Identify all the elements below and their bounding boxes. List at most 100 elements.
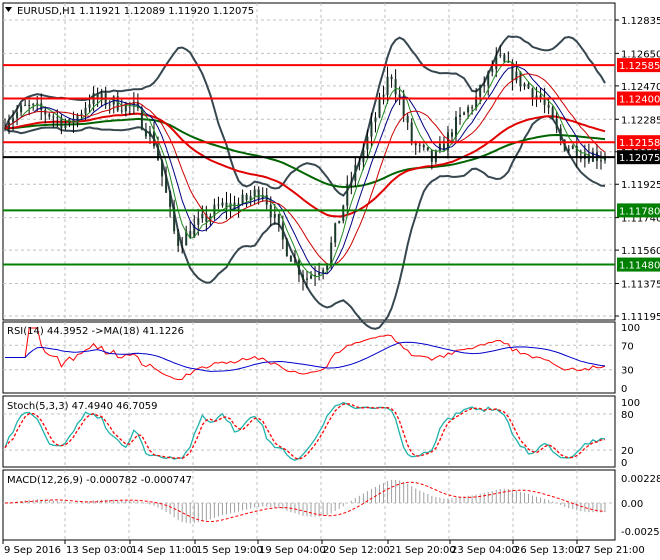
time-axis-label: 15 Sep 19:00 bbox=[196, 545, 263, 556]
candle-body bbox=[301, 274, 304, 280]
candle-body bbox=[84, 107, 87, 114]
candle-body bbox=[487, 71, 490, 86]
time-axis-label: 13 Sep 03:00 bbox=[66, 545, 133, 556]
rsi-axis-label: 100 bbox=[621, 323, 640, 334]
candle-body bbox=[152, 131, 155, 147]
price-axis-label: 1.11560 bbox=[621, 246, 660, 257]
candle-body bbox=[467, 107, 470, 113]
price-axis-label: 1.11375 bbox=[621, 280, 660, 291]
candle-body bbox=[322, 269, 325, 273]
candle-body bbox=[571, 145, 574, 149]
candle-body bbox=[161, 159, 164, 177]
time-axis-label: 21 Sep 20:00 bbox=[389, 545, 456, 556]
candle-body bbox=[221, 202, 224, 206]
candle-body bbox=[374, 117, 377, 123]
candle-body bbox=[483, 84, 486, 86]
macd-axis-label: 0.00 bbox=[621, 499, 643, 510]
price-axis-label: 1.11195 bbox=[621, 312, 660, 323]
candle-body bbox=[120, 110, 123, 112]
candle-body bbox=[418, 144, 421, 146]
candle-body bbox=[144, 129, 147, 137]
candle-body bbox=[422, 144, 425, 148]
candle-body bbox=[338, 220, 341, 224]
candle-body bbox=[406, 115, 409, 123]
candle-body bbox=[165, 176, 168, 193]
candle-body bbox=[334, 223, 337, 243]
support-label: 1.11480 bbox=[619, 261, 660, 272]
chart-canvas[interactable]: 1.128351.126501.124701.122851.121051.119… bbox=[0, 0, 660, 560]
time-axis-label: 14 Sep 11:00 bbox=[131, 545, 198, 556]
candle-body bbox=[64, 123, 67, 129]
candle-body bbox=[277, 213, 280, 224]
candle-body bbox=[414, 143, 417, 146]
time-axis-label: 23 Sep 04:00 bbox=[451, 545, 518, 556]
time-axis-label: 27 Sep 21:00 bbox=[578, 545, 645, 556]
time-axis-label: 26 Sep 13:00 bbox=[514, 545, 581, 556]
candle-body bbox=[201, 213, 204, 219]
candle-body bbox=[289, 255, 292, 262]
candle-body bbox=[217, 204, 220, 206]
candle-body bbox=[281, 223, 284, 240]
candle-body bbox=[459, 114, 462, 117]
candle-body bbox=[52, 116, 55, 118]
rsi-axis-label: 70 bbox=[621, 341, 634, 352]
candle-body bbox=[310, 275, 313, 279]
candle-body bbox=[306, 278, 309, 280]
current-price-label: 1.12075 bbox=[619, 153, 660, 164]
candle-body bbox=[177, 231, 180, 246]
candle-body bbox=[80, 113, 83, 115]
candle-body bbox=[257, 189, 260, 199]
candle-body bbox=[551, 107, 554, 119]
candle-body bbox=[169, 192, 172, 208]
candle-body bbox=[4, 128, 6, 130]
candle-body bbox=[197, 218, 200, 225]
candle-body bbox=[503, 54, 506, 62]
stoch-axis-label: 80 bbox=[621, 410, 634, 421]
candle-body bbox=[555, 118, 558, 129]
trading-chart-window: 1.128351.126501.124701.122851.121051.119… bbox=[0, 0, 660, 560]
candle-body bbox=[495, 55, 498, 70]
stoch-axis-label: 0 bbox=[621, 458, 627, 469]
candle-body bbox=[378, 96, 381, 118]
candle-body bbox=[358, 162, 361, 165]
candle-body bbox=[507, 61, 510, 63]
candle-body bbox=[346, 183, 349, 206]
candle-body bbox=[499, 54, 502, 56]
support-label: 1.11780 bbox=[619, 206, 660, 217]
stoch-title: Stoch(5,3,3) 47.4940 46.7059 bbox=[7, 401, 158, 412]
candle-body bbox=[318, 272, 321, 275]
price-axis-label: 1.12470 bbox=[621, 82, 660, 93]
candle-body bbox=[88, 104, 91, 108]
candle-body bbox=[32, 104, 35, 106]
price-axis-label: 1.12285 bbox=[621, 115, 660, 126]
candle-body bbox=[342, 205, 345, 221]
candle-body bbox=[330, 242, 333, 264]
candle-body bbox=[181, 245, 184, 247]
candle-body bbox=[390, 76, 393, 80]
candle-body bbox=[567, 148, 570, 151]
candle-body bbox=[245, 194, 248, 201]
candle-body bbox=[293, 260, 296, 262]
candle-body bbox=[455, 116, 458, 137]
macd-title: MACD(12,26,9) -0.000782 -0.000747 bbox=[7, 475, 192, 486]
candle-body bbox=[285, 239, 288, 256]
candle-body bbox=[148, 131, 151, 137]
candle-body bbox=[599, 160, 602, 162]
candle-body bbox=[370, 122, 373, 137]
candle-body bbox=[12, 118, 15, 123]
candle-body bbox=[350, 181, 353, 184]
time-axis-label: 19 Sep 04:00 bbox=[259, 545, 326, 556]
candle-body bbox=[450, 132, 453, 137]
candle-body bbox=[515, 71, 518, 81]
candle-body bbox=[430, 150, 433, 162]
resistance-label: 1.12158 bbox=[619, 138, 660, 149]
price-axis-label: 1.11925 bbox=[621, 180, 660, 191]
candle-body bbox=[24, 104, 27, 106]
candle-body bbox=[491, 69, 494, 72]
macd-axis-label: 0.002288 bbox=[621, 474, 660, 485]
candle-body bbox=[382, 95, 385, 97]
candle-body bbox=[426, 147, 429, 151]
resistance-label: 1.12585 bbox=[619, 61, 660, 72]
candle-body bbox=[402, 99, 405, 116]
candle-body bbox=[362, 149, 365, 163]
